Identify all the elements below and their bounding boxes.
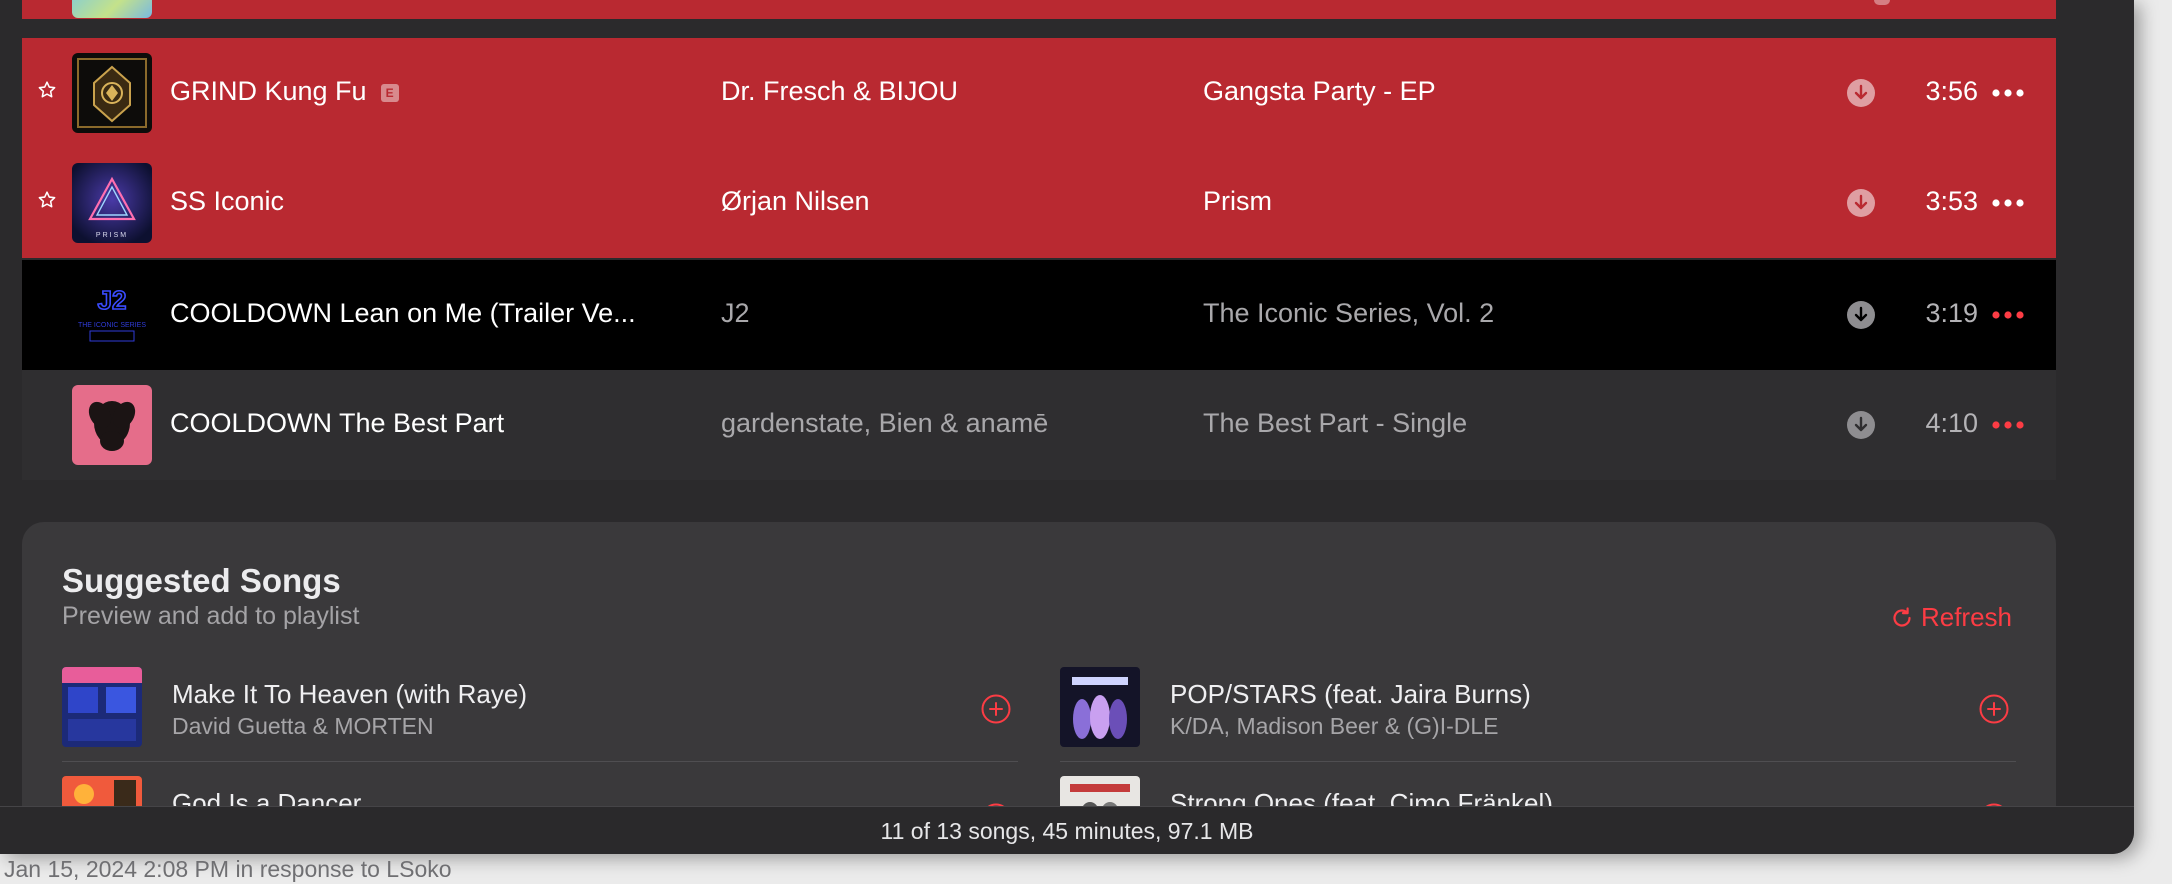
section-subheading: Preview and add to playlist (62, 602, 360, 630)
album-art-text: J2 (98, 285, 127, 315)
album-art (72, 385, 152, 465)
divider (1060, 761, 2016, 762)
suggested-song[interactable]: POP/STARS (feat. Jaira Burns) K/DA, Madi… (1060, 667, 2016, 762)
more-icon[interactable] (1990, 191, 2026, 215)
suggested-song-title: God Is a Dancer (172, 788, 362, 806)
album-art: PRISM (72, 163, 152, 243)
album-art-text: THE ICONIC SERIES (78, 322, 146, 329)
album-art (1060, 776, 1140, 806)
song-row-partial[interactable] (22, 0, 2056, 19)
download-icon[interactable] (1846, 410, 1876, 440)
album-art (72, 53, 152, 133)
star-icon[interactable] (36, 189, 58, 211)
playlist-content[interactable]: GRIND Kung Fu E Dr. Fresch & BIJOU Gangst… (0, 0, 2134, 806)
album-art-text: PRISM (96, 232, 128, 239)
song-album[interactable]: Prism (1203, 186, 1272, 217)
suggested-song[interactable]: Strong Ones (feat. Cimo Fränkel) (1060, 776, 2016, 806)
song-artist[interactable]: Dr. Fresch & BIJOU (721, 76, 958, 107)
refresh-button[interactable]: Refresh (1889, 602, 2012, 633)
playlist-status-bar: 11 of 13 songs, 45 minutes, 97.1 MB (0, 806, 2134, 854)
song-album[interactable]: The Iconic Series, Vol. 2 (1203, 298, 1494, 329)
song-artist[interactable]: Ørjan Nilsen (721, 186, 870, 217)
song-row[interactable]: J2 THE ICONIC SERIES COOLDOWN Lean on Me… (22, 260, 2056, 370)
album-art (72, 0, 152, 18)
download-icon[interactable] (1846, 188, 1876, 218)
music-window: GRIND Kung Fu E Dr. Fresch & BIJOU Gangst… (0, 0, 2134, 854)
post-caption: Jan 15, 2024 2:08 PM in response to LSok… (4, 856, 452, 882)
song-album[interactable]: Gangsta Party - EP (1203, 76, 1436, 107)
download-icon[interactable] (1846, 78, 1876, 108)
album-art (62, 667, 142, 747)
song-artist[interactable]: gardenstate, Bien & anamē (721, 408, 1048, 439)
add-circle-icon[interactable] (980, 693, 1012, 725)
song-artist[interactable]: J2 (721, 298, 750, 329)
song-duration: 4:10 (1925, 408, 1978, 438)
song-duration: 3:19 (1925, 298, 1978, 328)
suggested-song[interactable]: God Is a Dancer (62, 776, 1018, 806)
suggested-song[interactable]: Make It To Heaven (with Raye) David Guet… (62, 667, 1018, 762)
song-title: COOLDOWN Lean on Me (Trailer Ve... (170, 298, 636, 328)
download-icon[interactable] (1874, 0, 1890, 5)
album-art (62, 776, 142, 806)
suggested-song-artist: David Guetta & MORTEN (172, 713, 434, 739)
star-icon[interactable] (36, 79, 58, 101)
song-title: GRIND Kung Fu (170, 76, 367, 106)
song-album[interactable]: The Best Part - Single (1203, 408, 1467, 439)
suggested-song-title: POP/STARS (feat. Jaira Burns) (1170, 679, 1531, 709)
more-icon[interactable] (1990, 413, 2026, 437)
suggested-song-title: Make It To Heaven (with Raye) (172, 679, 527, 709)
suggested-songs-panel: Suggested Songs Preview and add to playl… (22, 522, 2056, 806)
album-art (1060, 667, 1140, 747)
song-row[interactable]: PRISM SS Iconic Ørjan Nilsen Prism 3:53 (22, 148, 2056, 258)
more-icon[interactable] (1990, 303, 2026, 327)
suggested-song-artist: K/DA, Madison Beer & (G)I-DLE (1170, 713, 1499, 739)
divider (62, 761, 1018, 762)
song-title: COOLDOWN The Best Part (170, 408, 505, 438)
suggested-song-title: Strong Ones (feat. Cimo Fränkel) (1170, 788, 1553, 806)
add-circle-icon[interactable] (1978, 693, 2010, 725)
song-duration: 3:56 (1925, 76, 1978, 106)
song-row[interactable]: GRIND Kung Fu E Dr. Fresch & BIJOU Gangst… (22, 38, 2056, 148)
more-icon[interactable] (1990, 81, 2026, 105)
song-row[interactable]: COOLDOWN The Best Part gardenstate, Bien… (22, 370, 2056, 480)
album-art: J2 THE ICONIC SERIES (72, 275, 152, 355)
download-icon[interactable] (1846, 300, 1876, 330)
refresh-icon (1893, 606, 1911, 627)
refresh-label: Refresh (1920, 602, 2012, 632)
section-heading: Suggested Songs (62, 562, 341, 599)
song-title: SS Iconic (170, 186, 285, 216)
explicit-badge: E (380, 84, 399, 102)
song-duration: 3:53 (1925, 186, 1978, 216)
